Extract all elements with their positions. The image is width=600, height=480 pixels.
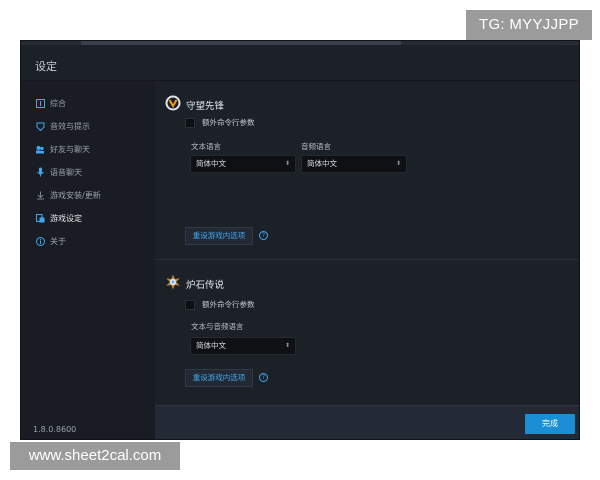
title-bar: 设定	[21, 45, 579, 81]
game-settings-panel: 守望先锋 额外命令行参数 文本语言 音频语言 简体中文 ⬍ 简体中文 ⬍ 重设游…	[155, 81, 579, 405]
footer-bar: 完成	[155, 405, 579, 439]
overwatch-extra-args-checkbox[interactable]	[185, 117, 195, 128]
overwatch-text-lang-select[interactable]: 简体中文 ⬍	[190, 155, 296, 173]
chevron-updown-icon: ⬍	[284, 160, 290, 167]
overwatch-title: 守望先锋	[186, 101, 225, 112]
settings-sidebar: 综合 音效与提示 好友与聊天 语音聊天 游戏安装/更新 游戏设定 关于	[21, 81, 155, 439]
overwatch-extra-args-row: 额外命令行参数	[185, 117, 255, 128]
sidebar-item-label: 游戏安装/更新	[50, 190, 101, 200]
overwatch-audio-lang-label: 音频语言	[301, 142, 331, 151]
hearthstone-lang-select[interactable]: 简体中文 ⬍	[190, 337, 296, 355]
people-icon	[35, 144, 45, 154]
help-icon[interactable]: ?	[259, 373, 268, 382]
sidebar-item-label: 游戏设定	[50, 213, 82, 223]
sidebar-item-sound[interactable]: 音效与提示	[35, 118, 90, 134]
sidebar-item-label: 音效与提示	[50, 121, 90, 131]
hearthstone-lang-label: 文本与音频语言	[191, 322, 244, 331]
select-value: 简体中文	[196, 341, 226, 350]
overwatch-audio-lang-select[interactable]: 简体中文 ⬍	[301, 155, 407, 173]
info-square-icon	[35, 98, 45, 108]
info-circle-icon	[35, 236, 45, 246]
hearthstone-logo-icon	[165, 274, 181, 294]
hearthstone-reset-button[interactable]: 重设游戏内选项	[185, 369, 253, 387]
help-icon[interactable]: ?	[259, 231, 268, 240]
overwatch-text-lang-label: 文本语言	[191, 142, 221, 151]
download-icon	[35, 190, 45, 200]
sidebar-item-label: 语音聊天	[50, 167, 82, 177]
sidebar-item-about[interactable]: 关于	[35, 233, 66, 249]
sidebar-item-voice[interactable]: 语音聊天	[35, 164, 82, 180]
sidebar-item-label: 综合	[50, 98, 66, 108]
sidebar-item-friends[interactable]: 好友与聊天	[35, 141, 90, 157]
overwatch-header: 守望先锋	[165, 95, 224, 115]
sidebar-item-label: 关于	[50, 236, 66, 246]
overwatch-reset-button[interactable]: 重设游戏内选项	[185, 227, 253, 245]
version-label: 1.8.0.8600	[33, 425, 77, 434]
game-settings-icon	[35, 213, 45, 223]
overwatch-extra-args-label: 额外命令行参数	[202, 118, 255, 127]
hearthstone-title: 炉石传说	[186, 280, 225, 291]
microphone-icon	[35, 167, 45, 177]
hearthstone-extra-args-checkbox[interactable]	[185, 299, 195, 310]
chevron-updown-icon: ⬍	[395, 160, 401, 167]
hearthstone-extra-args-row: 额外命令行参数	[185, 299, 255, 310]
settings-window: × 设定 综合 音效与提示 好友与聊天 语音聊天	[20, 40, 580, 440]
sidebar-item-install-update[interactable]: 游戏安装/更新	[35, 187, 101, 203]
window-title: 设定	[35, 60, 57, 73]
shield-icon	[35, 121, 45, 131]
select-value: 简体中文	[307, 159, 337, 168]
select-value: 简体中文	[196, 159, 226, 168]
chevron-updown-icon: ⬍	[284, 342, 290, 349]
overwatch-logo-icon	[165, 95, 181, 115]
sidebar-item-general[interactable]: 综合	[35, 95, 66, 111]
site-watermark: www.sheet2cal.com	[10, 442, 180, 470]
telegram-watermark: TG: MYYJJPP	[466, 10, 592, 40]
sidebar-item-game-settings[interactable]: 游戏设定	[35, 210, 82, 226]
section-divider	[155, 259, 579, 260]
hearthstone-extra-args-label: 额外命令行参数	[202, 300, 255, 309]
sidebar-item-label: 好友与聊天	[50, 144, 90, 154]
done-button[interactable]: 完成	[525, 414, 575, 434]
hearthstone-header: 炉石传说	[165, 274, 224, 294]
